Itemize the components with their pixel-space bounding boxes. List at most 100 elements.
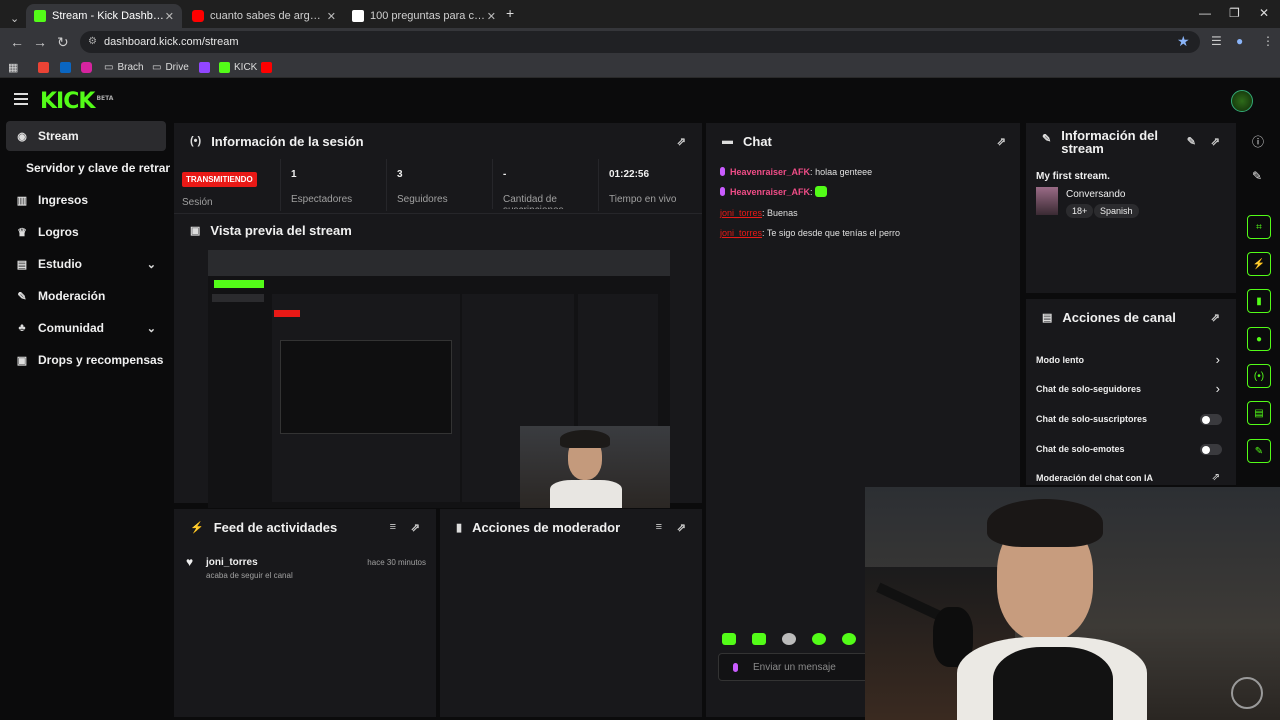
popout-icon[interactable]: ⇗ (677, 135, 686, 148)
popout-icon[interactable]: ⇗ (1211, 135, 1220, 148)
forward-arrow-icon[interactable]: → (33, 34, 47, 50)
kick-favicon-icon (34, 10, 46, 22)
category-name[interactable]: Conversando (1066, 189, 1125, 200)
site-info-icon[interactable]: ⚙ (88, 31, 97, 53)
apps-grid-icon[interactable]: ▦ (8, 59, 18, 75)
clipboard-icon: ▤ (1042, 311, 1053, 324)
emote-icon[interactable] (842, 633, 856, 645)
tab-kick-dashboard[interactable]: Stream - Kick Dashboard ✕ (26, 4, 182, 28)
tab-search-button[interactable]: ⌄ (2, 6, 22, 30)
popout-icon[interactable]: ⇗ (997, 135, 1006, 148)
filter-icon[interactable]: ≡ (656, 521, 662, 533)
sidebar-item-stream[interactable]: ◉ Stream (6, 121, 166, 151)
maximize-icon[interactable]: ❐ (1229, 6, 1240, 20)
chat-message: joni_torres: Te sigo desde que tenías el… (720, 228, 900, 238)
preview-kick-logo (214, 280, 264, 288)
close-window-icon[interactable]: ✕ (1259, 6, 1269, 20)
instagram-bookmark-icon[interactable] (81, 59, 92, 75)
stat-followers: 3 Seguidores (386, 159, 492, 211)
popout-icon[interactable]: ⇗ (1211, 311, 1220, 324)
clipboard-icon: ▮ (456, 521, 463, 534)
hamburger-menu-icon[interactable] (14, 93, 28, 105)
layout-icon: ▤ (1254, 407, 1264, 419)
popout-icon[interactable]: ⇗ (677, 521, 686, 534)
kick-logo[interactable]: KICK BETA (40, 89, 113, 114)
minimize-icon[interactable]: — (1199, 6, 1211, 20)
profile-icon[interactable]: ● (1236, 34, 1243, 48)
reload-icon[interactable]: ↻ (57, 34, 69, 51)
youtube-bookmark-icon[interactable] (261, 59, 272, 75)
rail-button-chat[interactable]: ● (1247, 327, 1271, 351)
preview-inner-preview (280, 340, 452, 434)
external-link-icon[interactable]: ⇗ (1212, 472, 1220, 483)
reading-list-icon[interactable]: ☰ (1211, 34, 1222, 48)
subscribers-only-toggle[interactable] (1200, 414, 1222, 425)
wrench-icon: ✎ (1042, 133, 1052, 145)
chat-message: Heavenraiser_AFK: (720, 186, 828, 197)
info-icon[interactable]: ⓘ (1252, 133, 1264, 150)
rail-button-clip[interactable]: ⌗ (1247, 215, 1271, 239)
stat-subscriptions: - Cantidad de suscripciones (492, 159, 598, 209)
action-followers-only[interactable]: Chat de solo-seguidores (1036, 384, 1141, 394)
back-arrow-icon[interactable]: ← (10, 34, 24, 50)
action-slow-mode[interactable]: Modo lento (1036, 355, 1084, 365)
sidebar-item-moderacion[interactable]: ✎ Moderación (6, 281, 166, 311)
bookmark-kick[interactable]: KICK (219, 59, 257, 75)
sidebar-item-server-key[interactable]: Servidor y clave de retransmisión (16, 153, 170, 183)
sidebar-item-estudio[interactable]: ▤ Estudio ⌄ (6, 249, 166, 279)
bookmark-folder-drive[interactable]: ▭ Drive (152, 59, 189, 75)
rail-button-clipboard[interactable]: ▮ (1247, 289, 1271, 313)
youtube-favicon-icon (192, 10, 204, 22)
chat-header: ▬ Chat ⇗ (722, 133, 1006, 149)
folder-icon: ▭ (104, 61, 114, 73)
menu-kebab-icon[interactable]: ⋮ (1262, 34, 1274, 48)
stat-live-time: 01:22:56 Tiempo en vivo (598, 159, 702, 211)
chevron-right-icon[interactable]: › (1216, 352, 1220, 367)
page-favicon-icon (352, 10, 364, 22)
action-subscribers-only: Chat de solo-suscriptores (1036, 414, 1148, 424)
url-field[interactable]: ⚙ dashboard.kick.com/stream (80, 31, 1200, 53)
chevron-right-icon[interactable]: › (1216, 381, 1220, 396)
mic-badge-icon (720, 167, 725, 176)
emote-icon[interactable] (812, 633, 826, 645)
emotes-only-toggle[interactable] (1200, 444, 1222, 455)
bookmark-folder-brach[interactable]: ▭ Brach (104, 59, 144, 75)
channel-actions-panel: ▤ Acciones de canal ⇗ Modo lento › Chat … (1026, 299, 1236, 485)
edit-pencil-icon[interactable]: ✎ (1252, 169, 1262, 183)
close-tab-icon[interactable]: ✕ (165, 10, 174, 23)
emote-icon[interactable] (752, 633, 766, 645)
sidebar-item-ingresos[interactable]: ▥ Ingresos (6, 185, 166, 215)
chevron-down-icon: ⌄ (146, 258, 156, 271)
edit-pencil-icon[interactable]: ✎ (1187, 135, 1196, 148)
linkedin-bookmark-icon[interactable] (60, 59, 71, 75)
rail-button-lightning[interactable]: ⚡ (1247, 252, 1271, 276)
tab-preguntas[interactable]: 100 preguntas para conocer a ✕ (344, 4, 504, 28)
sidebar-item-comunidad[interactable]: ♣ Comunidad ⌄ (6, 313, 166, 343)
emote-icon[interactable] (722, 633, 736, 645)
emote-icon[interactable] (782, 633, 796, 645)
gmail-bookmark-icon[interactable] (38, 59, 49, 75)
rail-button-broadcast[interactable]: (•) (1247, 364, 1271, 388)
twitch-bookmark-icon[interactable] (199, 59, 210, 75)
close-tab-icon[interactable]: ✕ (487, 10, 496, 23)
stream-info-header: ✎ Información del stream ✎ ⇗ (1042, 128, 1220, 156)
stream-preview-video[interactable] (208, 250, 670, 508)
rail-button-layout[interactable]: ▤ (1247, 401, 1271, 425)
close-tab-icon[interactable]: ✕ (327, 10, 336, 23)
tab-youtube[interactable]: cuanto sabes de argentina - Yo ✕ (184, 4, 344, 28)
popout-icon[interactable]: ⇗ (411, 521, 420, 534)
bookmark-star-icon[interactable]: ★ (1177, 33, 1190, 50)
filter-icon[interactable]: ≡ (390, 521, 396, 533)
new-tab-button[interactable]: + (506, 5, 514, 21)
emote-icon (815, 186, 828, 197)
rail-button-wrench[interactable]: ✎ (1247, 439, 1271, 463)
action-ai-moderation[interactable]: Moderación del chat con IA (1036, 473, 1153, 483)
mic-badge-icon (720, 187, 725, 196)
sidebar-item-logros[interactable]: ♛ Logros (6, 217, 166, 247)
heart-icon: ♥ (186, 555, 194, 569)
sidebar-item-drops[interactable]: ▣ Drops y recompensas (6, 345, 166, 375)
user-avatar[interactable] (1231, 90, 1253, 112)
activity-user[interactable]: joni_torres (206, 557, 258, 568)
broadcast-icon: (•) (1253, 370, 1265, 382)
chat-bubble-icon: ▬ (722, 135, 733, 147)
